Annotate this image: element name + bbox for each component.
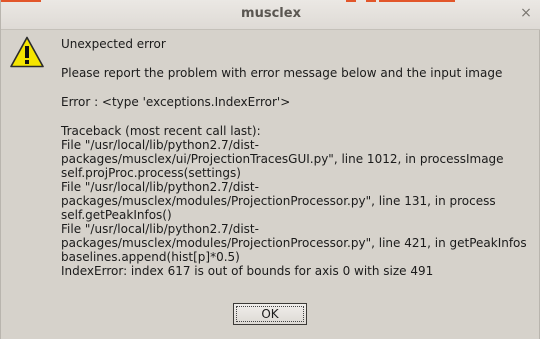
accent-segment — [346, 0, 356, 2]
error-heading: Unexpected error — [61, 37, 166, 51]
message-area: Unexpected error Please report the probl… — [61, 37, 531, 278]
traceback-line: File "/usr/local/lib/python2.7/dist- — [61, 222, 259, 236]
error-instruction: Please report the problem with error mes… — [61, 66, 503, 80]
accent-segment — [379, 0, 455, 2]
traceback-line: packages/musclex/modules/ProjectionProce… — [61, 236, 527, 250]
traceback-line: IndexError: index 617 is out of bounds f… — [61, 264, 434, 278]
traceback-line: self.getPeakInfos() — [61, 208, 172, 222]
accent-segment — [366, 0, 376, 2]
ok-button[interactable]: OK — [233, 303, 307, 325]
traceback-line: packages/musclex/modules/ProjectionProce… — [61, 194, 496, 208]
traceback-line: self.projProc.process(settings) — [61, 166, 241, 180]
traceback-line: File "/usr/local/lib/python2.7/dist- — [61, 138, 259, 152]
traceback-line: baselines.append(hist[p]*0.5) — [61, 250, 240, 264]
traceback-line: File "/usr/local/lib/python2.7/dist- — [61, 180, 259, 194]
title-accent-strip — [1, 0, 540, 2]
error-dialog: musclex × Unexpected error Please report… — [0, 0, 540, 339]
error-type-line: Error : <type 'exceptions.IndexError'> — [61, 95, 291, 109]
accent-segment — [1, 0, 41, 2]
window-title: musclex — [241, 6, 301, 21]
close-icon[interactable]: × — [518, 5, 534, 21]
traceback-line: Traceback (most recent call last): — [61, 124, 261, 138]
traceback-line: packages/musclex/ui/ProjectionTracesGUI.… — [61, 152, 504, 166]
warning-icon — [10, 36, 44, 68]
title-bar[interactable]: musclex × — [1, 0, 540, 30]
